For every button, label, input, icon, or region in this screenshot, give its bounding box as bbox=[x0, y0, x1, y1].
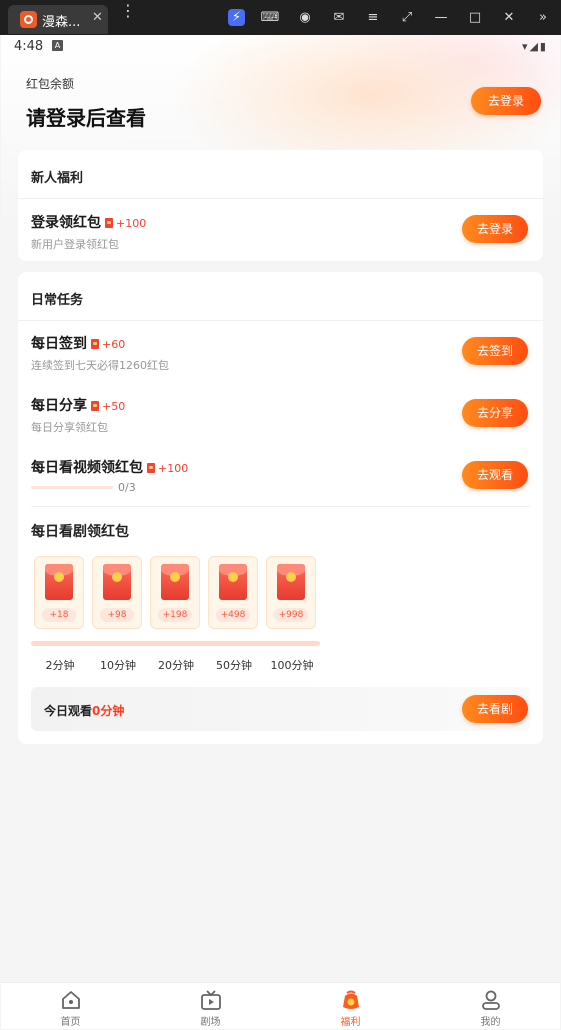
divider bbox=[31, 506, 530, 507]
today-watch-value: 0分钟 bbox=[92, 704, 125, 718]
video-task-label: 每日看视频领红包 bbox=[31, 460, 143, 476]
reward-packet[interactable]: +498 bbox=[208, 556, 258, 629]
timeline-label: 10分钟 bbox=[100, 659, 136, 672]
video-progress-bar bbox=[31, 486, 113, 489]
tab-close-icon[interactable]: ✕ bbox=[92, 10, 103, 25]
checkin-task-reward: +60 bbox=[102, 338, 126, 351]
reward-packet[interactable]: +18 bbox=[34, 556, 84, 629]
share-task-sub: 每日分享领红包 bbox=[31, 421, 108, 434]
nav-home-label: 首页 bbox=[60, 1017, 81, 1028]
app-screen: 4:48 A ▾◢▮ 红包余额 请登录后查看 去登录 新人福利 登录领红包 +10… bbox=[1, 35, 560, 1029]
hero-login-button[interactable]: 去登录 bbox=[471, 87, 541, 115]
nav-welfare-label: 福利 bbox=[340, 1017, 361, 1028]
video-progress-text: 0/3 bbox=[118, 481, 136, 494]
reward-packet[interactable]: +198 bbox=[150, 556, 200, 629]
packet-amount: +98 bbox=[100, 608, 134, 622]
share-button[interactable]: 去分享 bbox=[462, 399, 528, 427]
red-packet-icon bbox=[277, 564, 305, 600]
red-packet-icon bbox=[161, 564, 189, 600]
red-packet-icon bbox=[343, 990, 359, 1009]
expand-sidebar-icon[interactable]: » bbox=[533, 8, 553, 28]
more-menu-icon[interactable]: ⋮ bbox=[120, 3, 136, 19]
red-packet-icon bbox=[91, 339, 99, 349]
nav-welfare[interactable]: 福利 bbox=[281, 983, 420, 1029]
close-window-icon[interactable]: ✕ bbox=[499, 8, 519, 28]
today-watch-text: 今日观看0分钟 bbox=[44, 702, 124, 719]
watch-drama-button[interactable]: 去看剧 bbox=[462, 695, 528, 723]
mail-icon[interactable]: ✉ bbox=[329, 8, 349, 28]
minimize-icon[interactable]: — bbox=[431, 8, 451, 28]
checkin-task-title: 每日签到 +60 bbox=[31, 333, 125, 353]
tv-icon bbox=[201, 990, 221, 1010]
login-task-sub: 新用户登录领红包 bbox=[31, 238, 119, 251]
share-task-reward: +50 bbox=[102, 400, 126, 413]
newbie-header: 新人福利 bbox=[31, 171, 84, 186]
video-task-title: 每日看视频领红包 +100 bbox=[31, 457, 188, 477]
signal-battery-icon: ▾◢▮ bbox=[521, 40, 548, 53]
watch-timeline bbox=[31, 641, 320, 646]
packet-amount: +198 bbox=[158, 608, 192, 622]
nav-theater-label: 剧场 bbox=[200, 1017, 221, 1028]
packet-amount: +498 bbox=[216, 608, 250, 622]
balance-value: 请登录后查看 bbox=[26, 106, 146, 130]
timeline-label: 100分钟 bbox=[270, 659, 314, 672]
video-task-reward: +100 bbox=[158, 462, 189, 475]
account-icon[interactable]: ◉ bbox=[295, 8, 315, 28]
reward-packet[interactable]: +998 bbox=[266, 556, 316, 629]
status-time: 4:48 bbox=[14, 39, 44, 54]
daily-header: 日常任务 bbox=[31, 293, 84, 308]
watch-drama-title: 每日看剧领红包 bbox=[31, 524, 129, 540]
nav-profile-label: 我的 bbox=[480, 1017, 501, 1028]
red-packet-icon bbox=[219, 564, 247, 600]
notification-icon: A bbox=[52, 40, 63, 51]
nav-home[interactable]: 首页 bbox=[1, 983, 140, 1029]
home-icon bbox=[62, 991, 80, 1009]
checkin-task-sub: 连续签到七天必得1260红包 bbox=[31, 359, 169, 372]
nav-theater[interactable]: 剧场 bbox=[141, 983, 280, 1029]
bottom-nav: 首页 剧场 福利 我的 bbox=[1, 982, 560, 1029]
red-packet-icon bbox=[105, 218, 113, 228]
reward-packet[interactable]: +98 bbox=[92, 556, 142, 629]
maximize-icon[interactable]: □ bbox=[465, 8, 485, 28]
divider bbox=[18, 320, 543, 321]
share-task-label: 每日分享 bbox=[31, 398, 87, 414]
browser-tab[interactable]: 漫森... ✕ bbox=[8, 5, 108, 34]
share-task-title: 每日分享 +50 bbox=[31, 395, 125, 415]
nav-profile[interactable]: 我的 bbox=[421, 983, 560, 1029]
pip-icon[interactable]: ⤢ bbox=[397, 8, 417, 28]
window-titlebar: 漫森... ✕ ⋮ ⚡ ⌨ ◉ ✉ ≡ ⤢ — □ ✕ » bbox=[0, 0, 561, 35]
login-task-reward: +100 bbox=[116, 217, 147, 230]
user-icon bbox=[482, 990, 500, 1010]
packet-amount: +998 bbox=[274, 608, 308, 622]
timeline-label: 20分钟 bbox=[158, 659, 194, 672]
today-watch-label: 今日观看 bbox=[44, 704, 93, 718]
login-task-title: 登录领红包 +100 bbox=[31, 212, 146, 232]
login-task-button[interactable]: 去登录 bbox=[462, 215, 528, 243]
app-logo-icon bbox=[20, 11, 37, 28]
newbie-card: 新人福利 登录领红包 +100 新用户登录领红包 去登录 bbox=[18, 150, 543, 261]
red-packet-icon bbox=[103, 564, 131, 600]
daily-tasks-card: 日常任务 每日签到 +60 连续签到七天必得1260红包 去签到 每日分享 +50 … bbox=[18, 272, 543, 744]
tab-title: 漫森... bbox=[42, 15, 81, 30]
red-packet-icon bbox=[45, 564, 73, 600]
packet-amount: +18 bbox=[42, 608, 76, 622]
hamburger-menu-icon[interactable]: ≡ bbox=[363, 8, 383, 28]
timeline-label: 2分钟 bbox=[45, 659, 75, 672]
divider bbox=[18, 198, 543, 199]
login-task-label: 登录领红包 bbox=[31, 215, 101, 231]
checkin-task-label: 每日签到 bbox=[31, 336, 87, 352]
watch-video-button[interactable]: 去观看 bbox=[462, 461, 528, 489]
today-watch-bar: 今日观看0分钟 去看剧 bbox=[31, 687, 530, 731]
gamepad-icon[interactable]: ⌨ bbox=[260, 8, 280, 28]
timeline-label: 50分钟 bbox=[216, 659, 252, 672]
status-bar: 4:48 A ▾◢▮ bbox=[1, 35, 560, 59]
red-packet-icon bbox=[147, 463, 155, 473]
checkin-button[interactable]: 去签到 bbox=[462, 337, 528, 365]
boost-icon[interactable]: ⚡ bbox=[228, 9, 245, 26]
balance-label: 红包余额 bbox=[26, 77, 75, 91]
red-packet-icon bbox=[91, 401, 99, 411]
